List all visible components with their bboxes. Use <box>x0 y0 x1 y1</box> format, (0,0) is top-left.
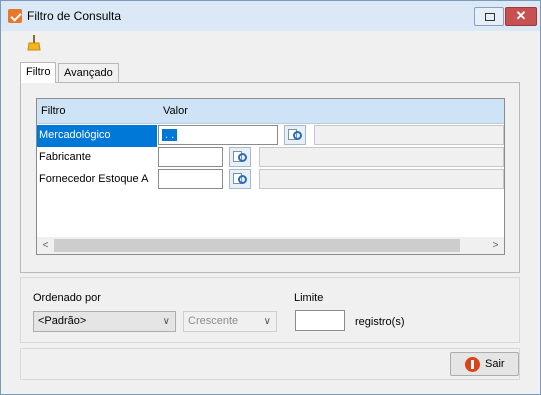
horizontal-scrollbar[interactable]: < > <box>37 237 504 254</box>
order-limit-group: Ordenado por <Padrão> ∨ Crescente ∨ Limi… <box>20 277 520 343</box>
column-header-filtro[interactable]: Filtro <box>41 105 65 117</box>
scrollbar-thumb[interactable] <box>54 239 460 252</box>
tab-avancado[interactable]: Avançado <box>58 63 119 83</box>
restore-button[interactable] <box>474 7 504 26</box>
fornecedor-value-input[interactable] <box>158 169 223 189</box>
order-by-label: Ordenado por <box>33 292 101 304</box>
scroll-right-arrow[interactable]: > <box>487 238 504 253</box>
fabricante-value-input[interactable] <box>158 147 223 167</box>
limit-label: Limite <box>294 292 324 304</box>
order-direction-select: Crescente ∨ <box>183 311 277 332</box>
column-header-valor[interactable]: Valor <box>163 105 188 117</box>
scroll-left-arrow[interactable]: < <box>37 238 54 253</box>
order-direction-value: Crescente <box>188 315 239 327</box>
tab-filtro[interactable]: Filtro <box>20 62 57 83</box>
filter-dialog-window: Filtro de Consulta ✕ Filtro Avançado Fil… <box>0 0 541 395</box>
clear-broom-icon[interactable] <box>27 35 41 51</box>
row-label-fabricante[interactable]: Fabricante <box>37 147 157 169</box>
footer-bar <box>20 348 520 380</box>
fornecedor-lookup-button[interactable] <box>229 169 251 189</box>
grid-header: Filtro Valor <box>37 99 504 124</box>
exit-button-label: Sair <box>485 358 505 370</box>
magnifier-icon <box>238 153 247 162</box>
limit-unit-label: registro(s) <box>355 316 405 328</box>
mercadologico-lookup-button[interactable] <box>284 125 306 145</box>
limit-input[interactable] <box>295 310 345 331</box>
magnifier-icon <box>238 175 247 184</box>
mercadologico-value-text: . . <box>162 129 178 141</box>
chevron-down-icon: ∨ <box>263 316 271 327</box>
title-bar: Filtro de Consulta ✕ <box>1 1 540 31</box>
row-label-mercadologico[interactable]: Mercadológico <box>37 125 157 147</box>
order-by-value: <Padrão> <box>38 315 87 327</box>
restore-icon <box>485 13 495 21</box>
filter-grid: Filtro Valor Mercadológico . . Fabricant… <box>36 98 505 255</box>
filter-tab-panel: Filtro Valor Mercadológico . . Fabricant… <box>20 82 520 273</box>
chevron-down-icon: ∨ <box>162 316 170 327</box>
fabricante-lookup-button[interactable] <box>229 147 251 167</box>
app-icon <box>8 9 22 23</box>
magnifier-icon <box>293 131 302 140</box>
row-label-fornecedor-estoque[interactable]: Fornecedor Estoque A <box>37 169 157 191</box>
window-title: Filtro de Consulta <box>27 9 122 23</box>
fornecedor-description-field <box>259 169 504 189</box>
exit-button[interactable]: Sair <box>450 352 519 376</box>
mercadologico-description-field <box>314 125 504 145</box>
fabricante-description-field <box>259 147 504 167</box>
mercadologico-value-input[interactable]: . . <box>158 125 278 145</box>
order-by-select[interactable]: <Padrão> ∨ <box>33 311 176 332</box>
exit-icon <box>465 357 480 372</box>
close-button[interactable]: ✕ <box>505 7 537 26</box>
